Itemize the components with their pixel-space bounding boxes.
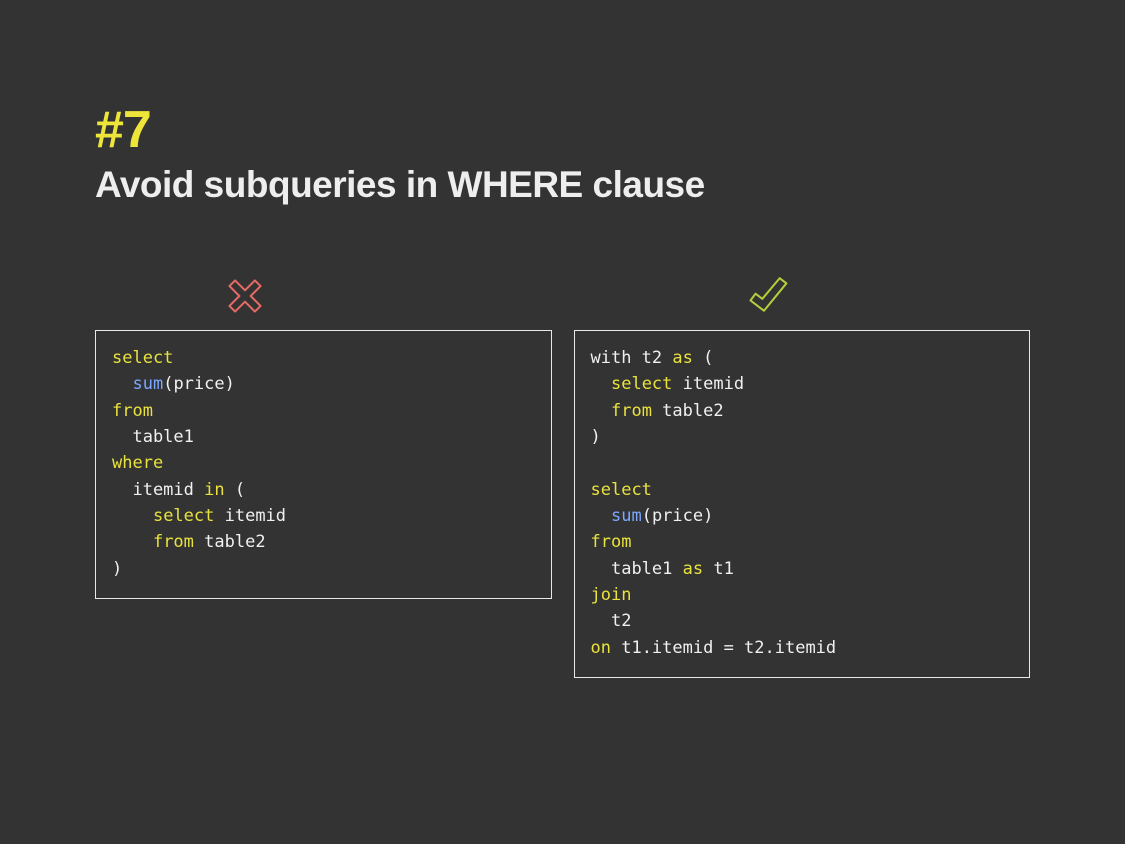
cross-icon <box>225 276 265 316</box>
tip-title: Avoid subqueries in WHERE clause <box>95 164 1030 206</box>
good-code: with t2 as ( select itemid from table2 )… <box>591 345 1014 661</box>
good-code-box: with t2 as ( select itemid from table2 )… <box>574 330 1031 678</box>
tip-number: #7 <box>95 100 1030 160</box>
check-icon <box>744 276 792 316</box>
bad-icon-wrap <box>95 266 552 316</box>
good-example-column: with t2 as ( select itemid from table2 )… <box>574 266 1031 678</box>
columns-wrap: select sum(price) from table1 where item… <box>95 266 1030 678</box>
bad-example-column: select sum(price) from table1 where item… <box>95 266 552 599</box>
slide: #7 Avoid subqueries in WHERE clause <box>0 0 1125 844</box>
bad-code-box: select sum(price) from table1 where item… <box>95 330 552 599</box>
bad-code: select sum(price) from table1 where item… <box>112 345 535 582</box>
good-icon-wrap <box>574 266 1031 316</box>
